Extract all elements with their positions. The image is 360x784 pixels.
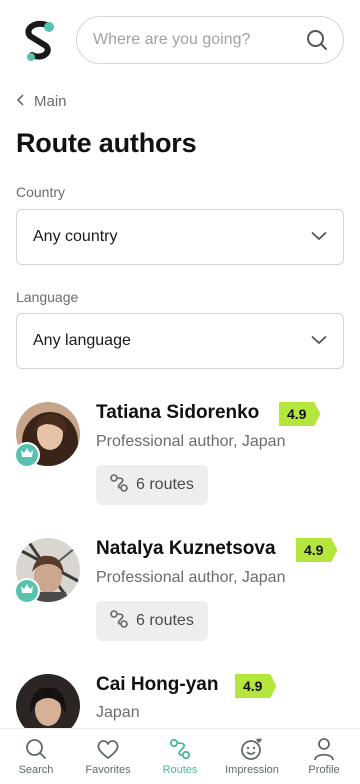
route-icon xyxy=(108,472,130,499)
author-description: Professional author, Japan xyxy=(96,433,286,450)
country-select-value: Any country xyxy=(33,228,118,245)
nav-label: Impression xyxy=(225,764,279,776)
author-name[interactable]: Tatiana Sidorenko xyxy=(96,402,259,424)
language-select-value: Any language xyxy=(33,332,131,349)
crown-icon xyxy=(20,582,34,600)
language-label: Language xyxy=(16,289,79,305)
author-description: Professional author, Japan xyxy=(96,569,286,586)
user-icon xyxy=(312,737,336,761)
nav-label: Profile xyxy=(308,764,340,776)
search-bar[interactable] xyxy=(76,16,344,64)
chevron-down-icon xyxy=(311,228,327,246)
search-icon xyxy=(24,737,48,761)
routes-count: 6 routes xyxy=(136,476,194,493)
avatar-wrap xyxy=(14,402,80,468)
nav-label: Search xyxy=(18,764,54,776)
heart-icon xyxy=(96,737,120,761)
search-input[interactable] xyxy=(93,31,305,49)
nav-item-favorites[interactable]: Favorites xyxy=(72,729,144,784)
page-title: Route authors xyxy=(16,128,197,158)
smile-icon xyxy=(240,737,264,761)
rating-badge: 4.9 xyxy=(279,402,321,426)
author-name[interactable]: Cai Hong-yan xyxy=(96,674,218,696)
country-select[interactable]: Any country xyxy=(16,209,344,265)
nav-item-impression[interactable]: Impression xyxy=(216,729,288,784)
nav-item-routes[interactable]: Routes xyxy=(144,729,216,784)
routes-count: 6 routes xyxy=(136,612,194,629)
routes-chip[interactable]: 6 routes xyxy=(96,601,208,641)
header xyxy=(0,0,360,80)
routes-chip[interactable]: 6 routes xyxy=(96,465,208,505)
country-label: Country xyxy=(16,184,66,200)
nav-item-profile[interactable]: Profile xyxy=(288,729,360,784)
crown-icon xyxy=(20,446,34,464)
rating-badge: 4.9 xyxy=(235,674,277,698)
crown-badge xyxy=(14,442,40,468)
nav-label: Routes xyxy=(162,764,198,776)
author-name[interactable]: Natalya Kuznetsova xyxy=(96,538,276,560)
author-card[interactable]: Cai Hong-yan 4.9 Japan xyxy=(16,674,344,738)
nav-label: Favorites xyxy=(85,764,131,776)
language-select[interactable]: Any language xyxy=(16,313,344,369)
rating-badge: 4.9 xyxy=(296,538,338,562)
avatar-wrap xyxy=(14,538,80,604)
author-description: Japan xyxy=(96,704,140,721)
back-link[interactable]: Main xyxy=(16,90,67,112)
search-icon[interactable] xyxy=(305,28,329,52)
app-logo[interactable] xyxy=(16,16,64,64)
author-card[interactable]: Tatiana Sidorenko 4.9 Professional autho… xyxy=(14,402,344,512)
nav-item-search[interactable]: Search xyxy=(0,729,72,784)
chevron-left-icon xyxy=(16,93,26,110)
bottom-navigation: Search Favorites Routes Impression Profi… xyxy=(0,728,360,784)
route-icon xyxy=(168,737,192,761)
chevron-down-icon xyxy=(311,332,327,350)
crown-badge xyxy=(14,578,40,604)
author-card[interactable]: Natalya Kuznetsova 4.9 Professional auth… xyxy=(14,538,344,648)
back-link-label: Main xyxy=(34,92,67,110)
route-icon xyxy=(108,608,130,635)
